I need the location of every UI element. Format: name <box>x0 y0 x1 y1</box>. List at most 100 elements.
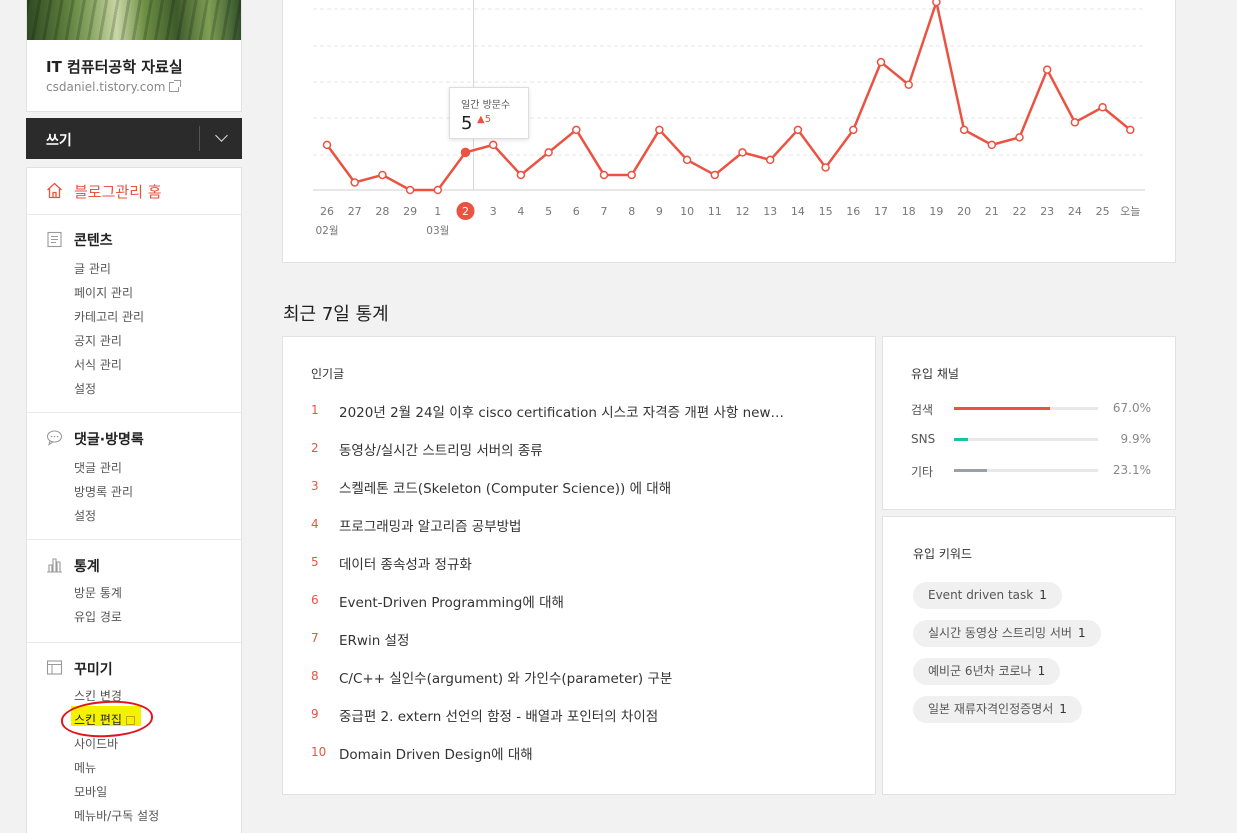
channel-title: 유입 채널 <box>911 367 959 381</box>
chart-x-tick-label: 14 <box>791 205 805 218</box>
chart-data-point[interactable] <box>738 148 747 157</box>
chart-data-point[interactable] <box>1126 125 1135 135</box>
chart-data-point[interactable] <box>350 178 359 187</box>
popular-post-item[interactable]: 10 Domain Driven Design에 대해 <box>311 745 851 765</box>
popular-posts-title: 인기글 <box>311 367 345 381</box>
menu-visit-stats[interactable]: 방문 통계 <box>74 584 122 601</box>
chart-data-point[interactable] <box>516 170 526 180</box>
menu-comment-settings[interactable]: 설정 <box>74 507 96 524</box>
chart-data-point[interactable] <box>405 185 415 195</box>
popular-post-item[interactable]: 7 ERwin 설정 <box>311 631 851 651</box>
keyword-chip[interactable]: 예비군 6년차 코로나 1 <box>913 658 1061 685</box>
popular-post-title: 중급편 2. extern 선언의 함정 - 배열과 포인터의 차이점 <box>339 709 659 725</box>
chevron-down-icon[interactable] <box>215 129 228 142</box>
chart-x-tick-label: 5 <box>545 205 552 218</box>
chart-data-point[interactable] <box>793 125 803 135</box>
chart-data-point[interactable] <box>821 163 830 172</box>
menu-mobile[interactable]: 모바일 <box>74 783 107 800</box>
chart-data-point[interactable] <box>849 125 858 135</box>
keyword-count: 1 <box>1059 702 1067 716</box>
chart-data-point[interactable] <box>1015 133 1024 142</box>
chart-data-point[interactable] <box>433 185 443 195</box>
tooltip-delta-value: 5 <box>484 114 492 125</box>
keyword-chip[interactable]: 일본 재류자격인정증명서 1 <box>913 696 1082 723</box>
chart-data-point[interactable] <box>488 140 498 150</box>
channel-bar-fill <box>954 438 969 441</box>
popular-post-item[interactable]: 4 프로그래밍과 알고리즘 공부방법 <box>311 517 851 537</box>
popular-post-item[interactable]: 8 C/C++ 실인수(argument) 와 가인수(parameter) 구분 <box>311 669 851 689</box>
chart-data-point[interactable] <box>1070 118 1080 127</box>
chart-x-tick-label: 18 <box>902 205 916 218</box>
popular-post-item[interactable]: 3 스켈레톤 코드(Skeleton (Computer Science)) 에 … <box>311 479 851 499</box>
popular-post-title: 프로그래밍과 알고리즘 공부방법 <box>339 519 522 535</box>
popular-post-item[interactable]: 1 2020년 2월 24일 이후 cisco certification 시스코… <box>311 403 851 423</box>
chart-x-tick-label: 7 <box>601 205 608 218</box>
channel-bar-fill <box>954 469 988 472</box>
menu-menubar-subscribe[interactable]: 메뉴바/구독 설정 <box>74 807 159 824</box>
chart-data-point[interactable] <box>378 170 387 180</box>
chart-data-point[interactable] <box>987 140 997 150</box>
chart-data-point[interactable] <box>710 170 720 180</box>
chart-x-tick-label: 22 <box>1013 205 1027 218</box>
blog-title[interactable]: IT 컴퓨터공학 자료실 <box>46 56 183 77</box>
blog-cover-image[interactable] <box>27 0 241 40</box>
menu-comments-label: 댓글·방명록 <box>74 432 144 448</box>
chart-x-tick-label: 12 <box>736 205 750 218</box>
chart-data-point[interactable] <box>460 147 471 158</box>
chart-data-point[interactable] <box>322 140 332 150</box>
chart-data-point[interactable] <box>655 125 664 135</box>
chart-data-point[interactable] <box>765 155 775 165</box>
menu-comment-manage[interactable]: 댓글 관리 <box>74 459 122 476</box>
popular-post-title: 동영상/실시간 스트리밍 서버의 종류 <box>339 443 543 459</box>
menu-notice-manage[interactable]: 공지 관리 <box>74 332 122 349</box>
chart-x-tick-label: 6 <box>573 205 580 218</box>
menu-post-manage[interactable]: 글 관리 <box>74 260 111 277</box>
popular-post-rank: 2 <box>311 441 319 455</box>
blog-url-link[interactable]: csdaniel.tistory.com <box>46 80 182 94</box>
chart-data-point[interactable] <box>904 80 913 89</box>
channel-label: 기타 <box>911 465 934 479</box>
menu-referrer-stats[interactable]: 유입 경로 <box>74 608 122 625</box>
menu-page-manage[interactable]: 페이지 관리 <box>74 284 133 301</box>
popular-post-rank: 10 <box>311 745 327 759</box>
chart-data-point[interactable] <box>682 155 692 165</box>
chart-x-tick-label: 26 <box>320 205 334 218</box>
daily-visits-chart[interactable]: 26 27 28 29 1 2 3 4 5 6 7 8 9 10 11 12 13 14 15 16 17 18 19 20 2… <box>283 0 1177 264</box>
chart-data-point[interactable] <box>1098 103 1107 112</box>
chart-x-tick-label: 2 <box>462 205 469 218</box>
menu-sidebar[interactable]: 사이드바 <box>74 735 118 752</box>
channel-row: SNS 9.9% <box>911 432 1151 448</box>
chart-data-point[interactable] <box>544 148 553 157</box>
chart-data-point[interactable] <box>572 125 581 135</box>
popular-post-item[interactable]: 9 중급편 2. extern 선언의 함정 - 배열과 포인터의 차이점 <box>311 707 851 727</box>
chart-data-point[interactable] <box>932 0 941 7</box>
popular-post-item[interactable]: 6 Event-Driven Programming에 대해 <box>311 593 851 613</box>
popular-post-rank: 7 <box>311 631 319 645</box>
keyword-text: Event driven task <box>928 588 1034 602</box>
chart-data-point[interactable] <box>876 57 886 67</box>
chart-data-point[interactable] <box>1042 65 1052 74</box>
chart-x-tick-label: 27 <box>348 205 362 218</box>
menu-content-settings[interactable]: 설정 <box>74 380 96 397</box>
keyword-chip[interactable]: Event driven task 1 <box>913 582 1062 609</box>
chart-data-point[interactable] <box>627 170 636 180</box>
write-button[interactable]: 쓰기 <box>26 118 242 159</box>
chart-data-point[interactable] <box>959 125 969 135</box>
popular-posts-card: 인기글 1 2020년 2월 24일 이후 cisco certification… <box>282 336 876 795</box>
menu-guestbook-manage[interactable]: 방명록 관리 <box>74 483 133 500</box>
chart-x-tick-label: 8 <box>628 205 635 218</box>
menu-template-manage[interactable]: 서식 관리 <box>74 356 122 373</box>
popular-post-item[interactable]: 2 동영상/실시간 스트리밍 서버의 종류 <box>311 441 851 461</box>
chart-x-tick-label: 4 <box>517 205 524 218</box>
menu-category-manage[interactable]: 카테고리 관리 <box>74 308 144 325</box>
menu-menu[interactable]: 메뉴 <box>74 759 96 776</box>
popular-post-item[interactable]: 5 데이터 종속성과 정규화 <box>311 555 851 575</box>
chart-data-point[interactable] <box>599 170 609 180</box>
channel-label: SNS <box>911 432 936 446</box>
menu-section-design: 꾸미기 스킨 변경 <box>27 643 241 833</box>
keyword-chip[interactable]: 실시간 동영상 스트리밍 서버 1 <box>913 620 1101 647</box>
chart-x-tick-label: 16 <box>846 205 860 218</box>
referrer-channel-card: 유입 채널 검색 67.0% SNS 9.9% 기타 23.1% <box>882 336 1176 510</box>
channel-label: 검색 <box>911 403 934 417</box>
keyword-title: 유입 키워드 <box>913 547 973 561</box>
